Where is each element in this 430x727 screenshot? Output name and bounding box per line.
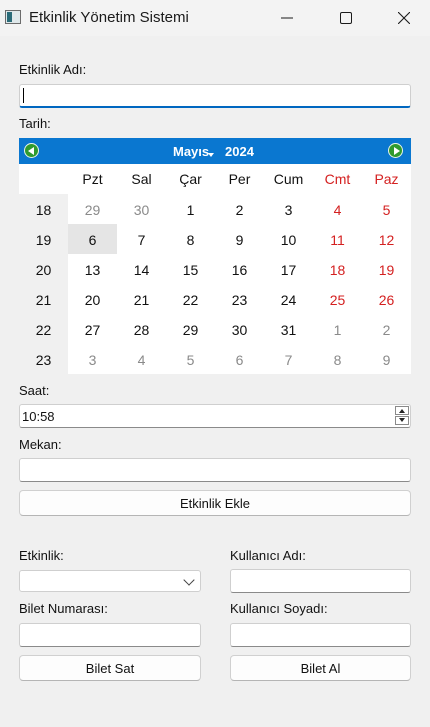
calendar-day[interactable]: 8 <box>166 232 215 248</box>
calendar-day[interactable]: 29 <box>68 202 117 218</box>
calendar-day[interactable]: 3 <box>68 352 117 368</box>
calendar-day[interactable]: 7 <box>117 232 166 248</box>
close-button[interactable] <box>378 0 430 36</box>
calendar-day[interactable]: 27 <box>68 322 117 338</box>
calendar-day[interactable]: 21 <box>117 292 166 308</box>
username-label: Kullanıcı Adı: <box>230 548 306 563</box>
calendar-day[interactable]: 1 <box>313 322 362 338</box>
calendar-day[interactable]: 4 <box>117 352 166 368</box>
week-number: 18 <box>35 202 52 218</box>
calendar-day[interactable]: 9 <box>215 232 264 248</box>
app-icon <box>5 10 21 24</box>
calendar[interactable]: Mayıs 2024 Pzt Sal Çar Per Cum Cmt Paz 1… <box>19 138 411 374</box>
calendar-day[interactable]: 9 <box>362 352 411 368</box>
day-of-week-header: Paz <box>374 171 399 187</box>
calendar-day[interactable]: 16 <box>215 262 264 278</box>
time-input[interactable]: 10:58 <box>19 404 411 428</box>
calendar-day[interactable]: 30 <box>215 322 264 338</box>
calendar-day[interactable]: 11 <box>313 232 362 248</box>
day-of-week-header: Cum <box>273 171 304 187</box>
spin-down-icon <box>399 418 405 422</box>
calendar-day[interactable]: 25 <box>313 292 362 308</box>
spin-up-icon <box>399 409 405 413</box>
calendar-day[interactable]: 20 <box>68 292 117 308</box>
ticket-number-label: Bilet Numarası: <box>19 601 108 616</box>
maximize-icon <box>340 12 352 24</box>
venue-input[interactable] <box>19 458 411 482</box>
calendar-day[interactable]: 2 <box>215 202 264 218</box>
maximize-button[interactable] <box>320 0 372 36</box>
spin-down-button[interactable] <box>395 416 409 425</box>
week-number: 22 <box>35 322 52 338</box>
calendar-day[interactable]: 17 <box>264 262 313 278</box>
calendar-day[interactable]: 7 <box>264 352 313 368</box>
day-of-week-header: Pzt <box>82 171 103 187</box>
calendar-day[interactable]: 14 <box>117 262 166 278</box>
calendar-day[interactable]: 26 <box>362 292 411 308</box>
calendar-day-selected[interactable]: 6 <box>68 232 117 248</box>
calendar-day[interactable]: 4 <box>313 202 362 218</box>
calendar-day[interactable]: 1 <box>166 202 215 218</box>
previous-month-icon[interactable] <box>24 143 39 158</box>
calendar-day[interactable]: 5 <box>166 352 215 368</box>
calendar-day[interactable]: 8 <box>313 352 362 368</box>
event-name-input[interactable] <box>19 84 411 108</box>
username-input[interactable] <box>230 569 411 593</box>
calendar-day[interactable]: 23 <box>215 292 264 308</box>
calendar-day[interactable]: 28 <box>117 322 166 338</box>
year-selector[interactable]: 2024 <box>225 144 254 159</box>
calendar-day[interactable]: 13 <box>68 262 117 278</box>
event-select-label: Etkinlik: <box>19 548 64 563</box>
spin-up-button[interactable] <box>395 406 409 415</box>
text-caret <box>23 88 24 103</box>
event-name-label: Etkinlik Adı: <box>19 62 87 77</box>
calendar-day[interactable]: 29 <box>166 322 215 338</box>
calendar-day[interactable]: 12 <box>362 232 411 248</box>
close-icon <box>398 12 410 24</box>
calendar-day[interactable]: 22 <box>166 292 215 308</box>
add-event-button[interactable]: Etkinlik Ekle <box>19 490 411 516</box>
month-selector[interactable]: Mayıs <box>173 144 209 159</box>
calendar-day[interactable]: 15 <box>166 262 215 278</box>
calendar-header: Mayıs 2024 <box>19 138 411 164</box>
time-label: Saat: <box>19 383 50 398</box>
venue-label: Mekan: <box>19 437 62 452</box>
week-number: 20 <box>35 262 52 278</box>
day-of-week-header: Per <box>228 171 251 187</box>
calendar-day[interactable]: 10 <box>264 232 313 248</box>
event-select[interactable] <box>19 570 201 592</box>
ticket-number-input[interactable] <box>19 623 201 647</box>
week-number-column <box>19 194 68 374</box>
minimize-button[interactable] <box>261 0 313 36</box>
sell-ticket-button[interactable]: Bilet Sat <box>19 655 201 681</box>
calendar-day[interactable]: 31 <box>264 322 313 338</box>
calendar-day[interactable]: 24 <box>264 292 313 308</box>
day-of-week-header: Çar <box>179 171 202 187</box>
month-dropdown-icon <box>208 153 214 157</box>
next-month-icon[interactable] <box>388 143 403 158</box>
calendar-day[interactable]: 3 <box>264 202 313 218</box>
calendar-day[interactable]: 2 <box>362 322 411 338</box>
surname-input[interactable] <box>230 623 411 647</box>
calendar-day[interactable]: 19 <box>362 262 411 278</box>
date-label: Tarih: <box>19 116 51 131</box>
minimize-icon <box>281 17 293 19</box>
week-number: 19 <box>35 232 52 248</box>
surname-label: Kullanıcı Soyadı: <box>230 601 328 616</box>
day-of-week-header: Sal <box>131 171 152 187</box>
time-value: 10:58 <box>22 409 55 424</box>
week-number: 21 <box>35 292 52 308</box>
calendar-day[interactable]: 6 <box>215 352 264 368</box>
calendar-day[interactable]: 30 <box>117 202 166 218</box>
week-number: 23 <box>35 352 52 368</box>
day-of-week-header: Cmt <box>324 171 351 187</box>
calendar-day[interactable]: 5 <box>362 202 411 218</box>
buy-ticket-button[interactable]: Bilet Al <box>230 655 411 681</box>
window-title: Etkinlik Yönetim Sistemi <box>29 9 189 26</box>
calendar-day[interactable]: 18 <box>313 262 362 278</box>
time-spinner[interactable] <box>395 406 409 426</box>
title-bar: Etkinlik Yönetim Sistemi <box>0 0 430 36</box>
